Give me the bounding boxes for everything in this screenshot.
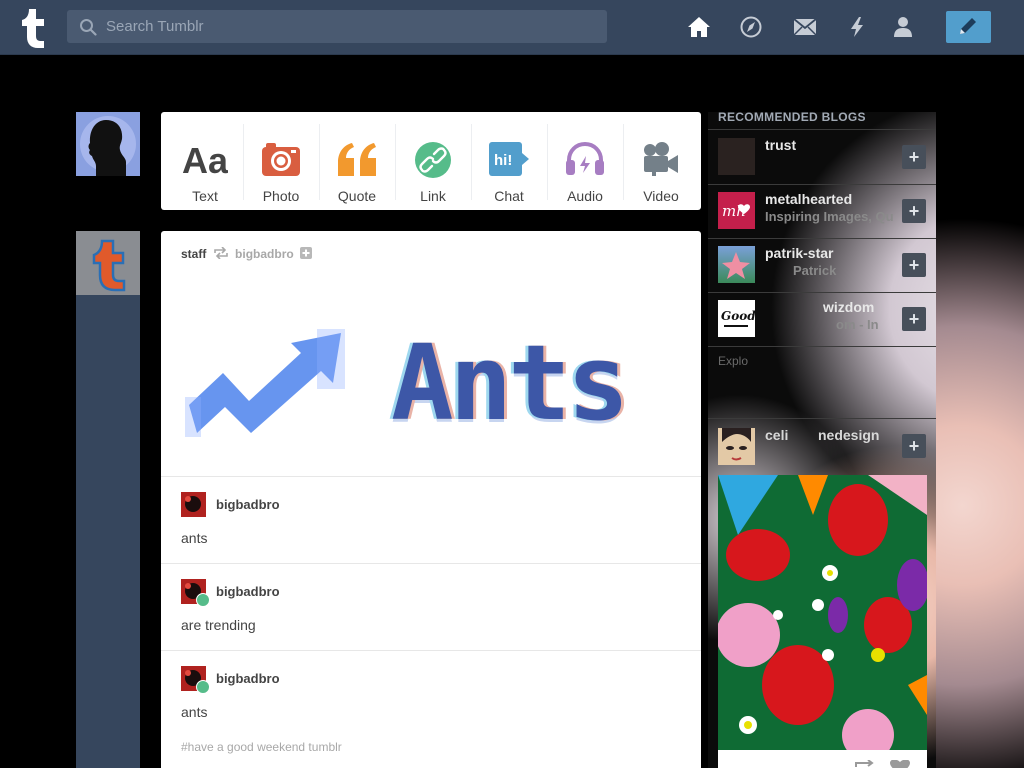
- patrick-star-icon: [722, 252, 750, 279]
- floral-pattern-image-icon: [718, 475, 927, 750]
- dashboard-post: staff bigbadbro Ants bigbadbro ants bigb…: [161, 231, 701, 768]
- blog-subtitle: om - In: [836, 317, 879, 332]
- staff-avatar[interactable]: [76, 231, 140, 295]
- follow-plus-icon[interactable]: [300, 247, 313, 259]
- search-placeholder: Search Tumblr: [106, 18, 204, 35]
- explore-link[interactable]: Explo: [718, 354, 748, 368]
- post-type-link[interactable]: Link: [395, 126, 471, 204]
- reblogged-from[interactable]: bigbadbro: [235, 247, 294, 261]
- reply-username[interactable]: bigbadbro: [216, 497, 280, 512]
- search-input[interactable]: Search Tumblr: [67, 10, 607, 43]
- activity-icon[interactable]: [845, 16, 869, 38]
- reblog-icon[interactable]: [854, 760, 878, 768]
- search-icon: [80, 19, 97, 36]
- post-type-text[interactable]: Aa Text: [167, 126, 243, 204]
- avatar-silhouette-icon: [76, 112, 140, 176]
- post-author[interactable]: staff: [181, 247, 206, 261]
- blog-thumbnail: [718, 428, 755, 465]
- reply-text: are trending: [181, 617, 256, 633]
- follow-plus-icon[interactable]: +: [902, 434, 926, 458]
- reblog-badge-icon: [196, 593, 210, 607]
- background-image: [936, 112, 1024, 768]
- post-tags[interactable]: #have a good weekend tumblr: [181, 740, 342, 754]
- recommended-blog[interactable]: patrik-star Patrick +: [708, 238, 936, 292]
- text-icon: Aa: [182, 142, 228, 176]
- post-type-label: Video: [643, 188, 679, 204]
- sidebar-title: RECOMMENDED BLOGS: [718, 112, 866, 124]
- explore-icon[interactable]: [739, 16, 763, 38]
- reply-username[interactable]: bigbadbro: [216, 584, 280, 599]
- blog-thumbnail: [718, 138, 755, 175]
- follow-plus-icon[interactable]: +: [902, 145, 926, 169]
- blog-name[interactable]: metalhearted: [765, 191, 852, 207]
- camera-icon: [262, 143, 300, 176]
- post-type-label: Photo: [262, 188, 300, 204]
- post-type-label: Quote: [337, 188, 377, 204]
- compose-button[interactable]: [946, 11, 991, 43]
- svg-text:hi!: hi!: [494, 152, 512, 169]
- user-avatar[interactable]: [76, 112, 140, 176]
- staff-tumblr-logo-icon: [76, 231, 140, 295]
- post-type-photo[interactable]: Photo: [243, 126, 319, 204]
- blog-name[interactable]: wizdom: [823, 299, 874, 315]
- post-header: staff bigbadbro: [181, 246, 313, 261]
- like-heart-icon[interactable]: [890, 760, 910, 768]
- blog-name[interactable]: patrik-star: [765, 245, 833, 261]
- recommended-blog[interactable]: trust +: [708, 130, 936, 184]
- blog-name[interactable]: celi: [765, 427, 788, 443]
- blog-thumbnail: Good: [718, 300, 756, 337]
- post-type-audio[interactable]: Audio: [547, 126, 623, 204]
- blog-subtitle: Inspiring Images, Qu: [765, 209, 894, 224]
- blog-name[interactable]: trust: [765, 137, 796, 153]
- blog-thumbnail: [718, 246, 755, 283]
- radar-post-image: [718, 475, 927, 750]
- top-bar: Search Tumblr: [0, 0, 1024, 55]
- link-icon: [415, 142, 451, 178]
- left-rail: [76, 231, 140, 768]
- recommended-blog[interactable]: Good wizdom om - In +: [708, 292, 936, 346]
- reply-avatar[interactable]: [181, 492, 206, 517]
- reply-text: ants: [181, 704, 208, 720]
- pencil-icon: [960, 18, 976, 34]
- recommended-blog[interactable]: mh metalhearted Inspiring Images, Qu +: [708, 184, 936, 238]
- follow-plus-icon[interactable]: +: [902, 253, 926, 277]
- quote-icon: [338, 143, 376, 176]
- svg-text:Aa: Aa: [182, 142, 228, 176]
- mail-icon[interactable]: [793, 16, 817, 38]
- headphones-icon: [566, 142, 604, 175]
- radar-blog[interactable]: celi nedesign +: [708, 420, 936, 474]
- account-icon[interactable]: [891, 16, 915, 38]
- banner-text: Ants: [391, 322, 629, 444]
- reply-avatar-image-icon: [181, 492, 206, 517]
- reblog-icon: [213, 246, 228, 260]
- reblog-badge-icon: [196, 680, 210, 694]
- post-type-chat[interactable]: hi! Chat: [471, 126, 547, 204]
- follow-plus-icon[interactable]: +: [902, 199, 926, 223]
- reply-username[interactable]: bigbadbro: [216, 671, 280, 686]
- post-banner-image: Ants: [161, 293, 701, 477]
- post-type-video[interactable]: Video: [623, 126, 699, 204]
- home-icon[interactable]: [687, 16, 711, 38]
- tumblr-logo-icon[interactable]: [17, 6, 49, 48]
- post-type-composer: Aa Text Photo Quote Link hi! Chat Audio …: [161, 112, 701, 210]
- post-type-label: Link: [420, 188, 446, 204]
- face-illustration-icon: [722, 428, 751, 461]
- post-type-quote[interactable]: Quote: [319, 126, 395, 204]
- follow-plus-icon[interactable]: +: [902, 307, 926, 331]
- blog-subtitle: Patrick: [793, 263, 837, 278]
- blog-name-tail: nedesign: [818, 427, 880, 443]
- blog-thumbnail: mh: [718, 192, 755, 229]
- chat-icon: hi!: [489, 142, 529, 176]
- reply-text: ants: [181, 530, 208, 546]
- good-wizdom-logo-icon: Good: [721, 309, 756, 327]
- post-type-label: Text: [192, 188, 218, 204]
- post-type-label: Audio: [567, 188, 603, 204]
- radar-post[interactable]: [718, 475, 927, 768]
- post-type-label: Chat: [494, 188, 524, 204]
- svg-text:Good: Good: [721, 309, 755, 323]
- metalhearted-logo-icon: mh: [722, 202, 750, 220]
- video-icon: [644, 142, 678, 176]
